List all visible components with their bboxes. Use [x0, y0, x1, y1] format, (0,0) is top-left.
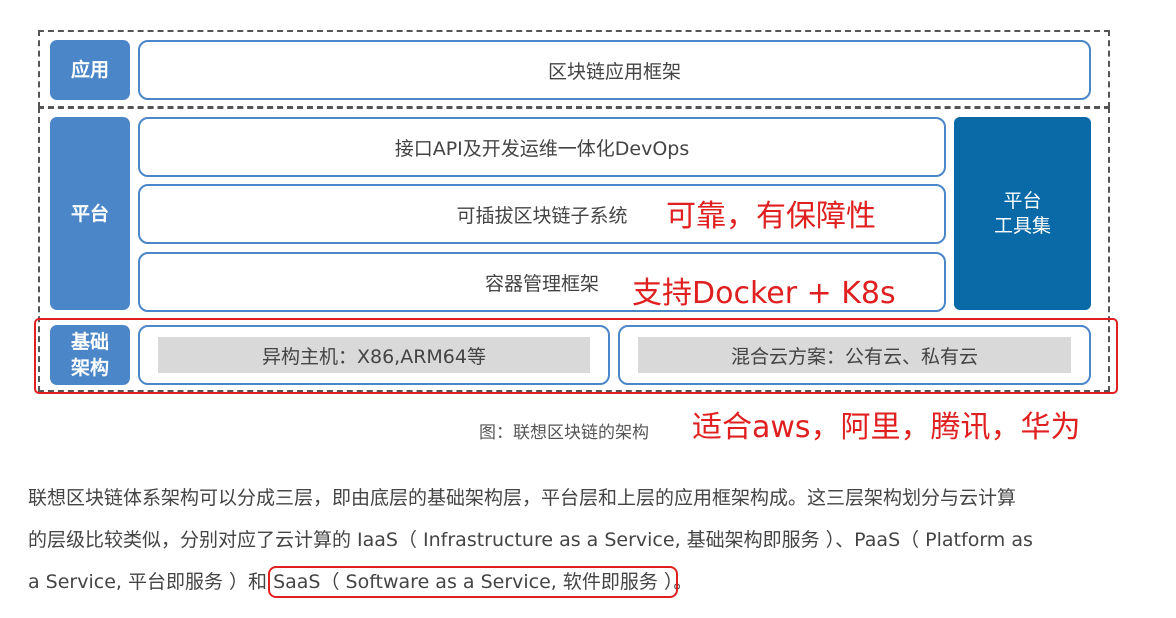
platform-toolset-line1: 平台	[1003, 189, 1042, 212]
devops-text: 接口API及开发运维一体化DevOps	[394, 137, 690, 160]
annotation-docker: 支持Docker + K8s	[632, 276, 896, 311]
platform-layer-label: 平台	[50, 117, 130, 310]
paragraph-line-2: 的层级比较类似，分别对应了云计算的 IaaS（ Infrastructure a…	[28, 529, 1033, 551]
infra-highlight-frame	[34, 318, 1118, 394]
platform-toolset-box: 平台 工具集	[954, 117, 1091, 310]
paragraph-line-3-before: a Service, 平台即服务 ）和	[28, 571, 274, 593]
saas-highlight: SaaS（ Software as a Service, 软件即服务 ）	[268, 566, 679, 598]
app-layer-label: 应用	[50, 40, 130, 100]
annotation-cloud: 适合aws，阿里，腾讯，华为	[692, 410, 1081, 445]
paragraph-line-3-after: 。	[673, 571, 693, 593]
figure-caption: 图：联想区块链的架构	[479, 423, 649, 443]
platform-layer-label-text: 平台	[70, 202, 109, 225]
paragraph-line-1: 联想区块链体系架构可以分成三层，即由底层的基础架构层，平台层和上层的应用框架构成…	[28, 487, 1017, 509]
annotation-reliable: 可靠，有保障性	[666, 199, 876, 234]
app-framework-box: 区块链应用框架	[138, 40, 1091, 100]
container-management-text: 容器管理框架	[484, 272, 599, 295]
app-framework-text: 区块链应用框架	[547, 60, 681, 83]
pluggable-subsystem-text: 可插拔区块链子系统	[456, 204, 628, 227]
app-layer-label-text: 应用	[70, 59, 109, 81]
platform-toolset-line2: 工具集	[993, 214, 1051, 237]
devops-box: 接口API及开发运维一体化DevOps	[138, 117, 946, 177]
paragraph-line-3: a Service, 平台即服务 ）和 SaaS（ Software as a …	[28, 561, 692, 603]
